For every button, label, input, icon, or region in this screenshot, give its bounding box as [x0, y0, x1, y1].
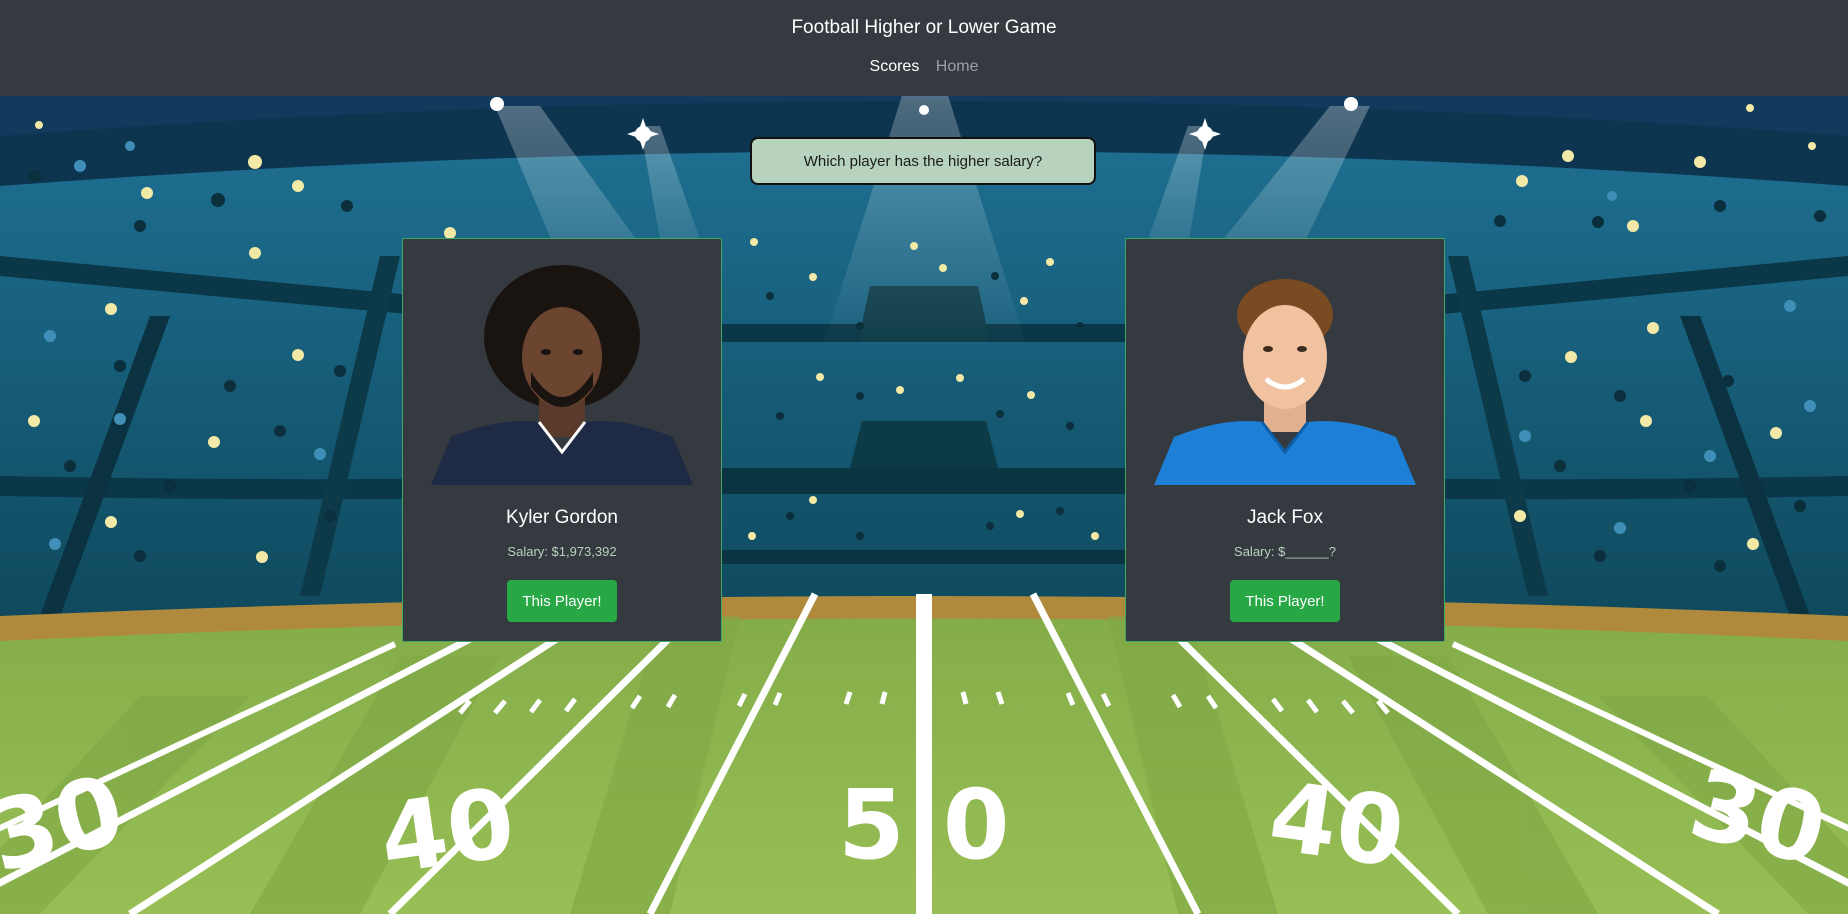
player-salary-right: Salary: $______? [1234, 544, 1336, 559]
nav-links: Scores Home [0, 58, 1848, 76]
player-card-right: Jack Fox Salary: $______? This Player! [1125, 238, 1445, 642]
player-salary-left: Salary: $1,973,392 [507, 544, 617, 559]
this-player-button-right[interactable]: This Player! [1230, 580, 1340, 622]
player-name-right: Jack Fox [1246, 507, 1324, 528]
question-box: Which player has the higher salary? [750, 137, 1096, 185]
yard-number-40-left: 40 [373, 766, 521, 896]
player-photo-right [1144, 257, 1426, 485]
yard-number-50: 50 [838, 769, 1048, 881]
player-name-left: Kyler Gordon [506, 507, 618, 528]
player-photo-left [421, 257, 703, 485]
navbar: Football Higher or Lower Game Scores Hom… [0, 0, 1848, 96]
nav-link-home[interactable]: Home [936, 58, 979, 75]
this-player-button-left[interactable]: This Player! [507, 580, 617, 622]
player-card-left: Kyler Gordon Salary: $1,973,392 This Pla… [402, 238, 722, 642]
nav-link-scores[interactable]: Scores [870, 58, 920, 75]
yard-number-40-right: 40 [1263, 760, 1411, 890]
app-title: Football Higher or Lower Game [791, 17, 1057, 38]
stadium-background: 30 40 50 40 30 [0, 96, 1848, 914]
